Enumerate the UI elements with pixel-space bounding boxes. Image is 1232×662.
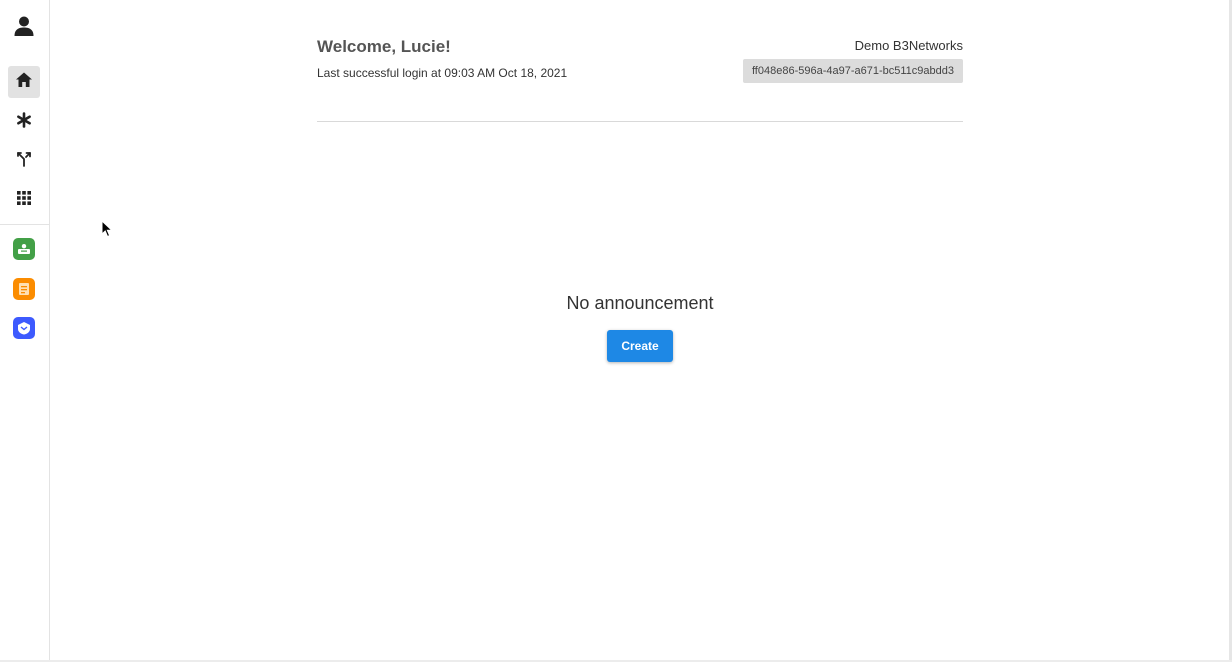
announcements-empty-state: No announcement Create: [317, 290, 963, 362]
sidebar-item-apps[interactable]: [8, 184, 40, 216]
welcome-title: Welcome, Lucie!: [317, 37, 451, 56]
user-icon: [13, 15, 35, 42]
mouse-cursor: [101, 219, 114, 238]
sidebar: [0, 0, 50, 662]
green-app-icon: [13, 238, 35, 260]
sidebar-item-home[interactable]: [8, 66, 40, 98]
organization-name: Demo B3Networks: [854, 38, 963, 53]
flow-icon: [16, 151, 32, 172]
orange-app-icon: [13, 278, 35, 300]
dashboard-header: Welcome, Lucie! Last successful login at…: [317, 36, 963, 122]
sidebar-app-orange[interactable]: [8, 273, 40, 305]
sidebar-item-flow[interactable]: [8, 145, 40, 177]
sidebar-app-blue[interactable]: [8, 312, 40, 344]
create-announcement-button[interactable]: Create: [607, 330, 673, 362]
empty-state-text: No announcement: [566, 293, 714, 313]
sidebar-item-asterisk[interactable]: [8, 106, 40, 138]
sidebar-app-green[interactable]: [8, 233, 40, 265]
home-icon: [15, 71, 33, 94]
sidebar-divider: [0, 224, 49, 225]
app-window: Welcome, Lucie! Last successful login at…: [0, 0, 1232, 662]
asterisk-icon: [16, 111, 32, 133]
apps-grid-icon: [16, 190, 32, 211]
organization-id-badge: ff048e86-596a-4a97-a671-bc511c9abdd3: [742, 59, 963, 83]
profile-button[interactable]: [8, 12, 40, 44]
last-login-text: Last successful login at 09:03 AM Oct 18…: [317, 66, 568, 80]
blue-app-icon: [13, 317, 35, 339]
